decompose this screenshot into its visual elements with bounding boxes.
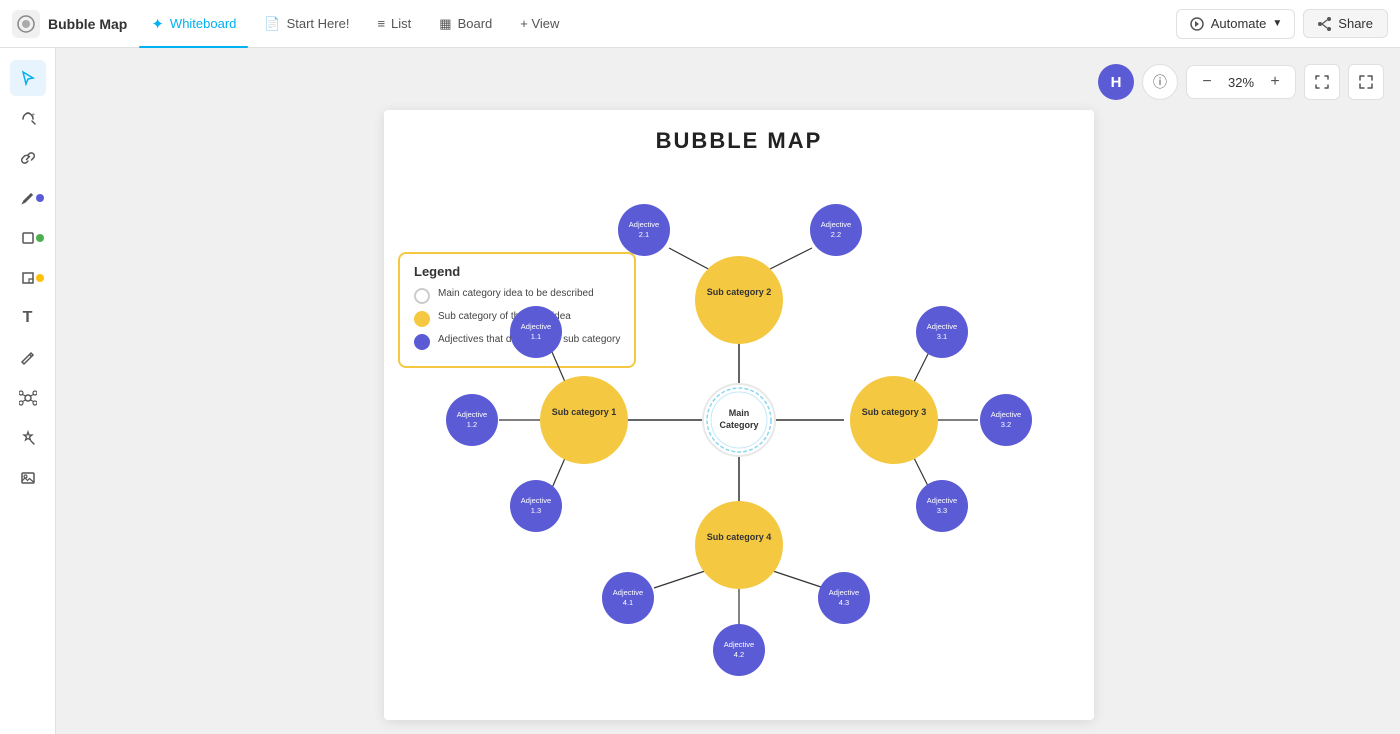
- svg-text:Sub category 2: Sub category 2: [707, 287, 772, 297]
- svg-text:Adjective: Adjective: [629, 220, 659, 229]
- svg-text:3.1: 3.1: [937, 332, 947, 341]
- svg-text:3.3: 3.3: [937, 506, 947, 515]
- board-icon: ▦: [439, 16, 451, 32]
- tool-shape[interactable]: [10, 220, 46, 256]
- tool-mindmap[interactable]: [10, 380, 46, 416]
- zoom-controls: − 32% +: [1186, 65, 1296, 99]
- tab-board[interactable]: ▦ Board: [427, 6, 504, 42]
- zoom-level: 32%: [1223, 75, 1259, 90]
- svg-text:Adjective: Adjective: [821, 220, 851, 229]
- tab-start-here[interactable]: 📄 Start Here!: [252, 6, 361, 42]
- tool-magic[interactable]: [10, 420, 46, 456]
- svg-text:Adjective: Adjective: [829, 588, 859, 597]
- text-icon: T: [23, 309, 33, 327]
- tool-media[interactable]: [10, 460, 46, 496]
- svg-text:Adjective: Adjective: [521, 322, 551, 331]
- svg-text:2.2: 2.2: [831, 230, 841, 239]
- whiteboard-canvas[interactable]: BUBBLE MAP Legend Main category idea to …: [384, 110, 1094, 720]
- info-button[interactable]: ⓘ: [1142, 64, 1178, 100]
- svg-text:Sub category 1: Sub category 1: [552, 407, 617, 417]
- automate-icon: [1189, 16, 1205, 32]
- svg-text:Adjective: Adjective: [521, 496, 551, 505]
- top-nav: Bubble Map ✦ Whiteboard 📄 Start Here! ≡ …: [0, 0, 1400, 48]
- automate-button[interactable]: Automate ▼: [1176, 9, 1296, 39]
- start-here-icon: 📄: [264, 16, 280, 32]
- info-icon: ⓘ: [1153, 72, 1167, 92]
- tab-list[interactable]: ≡ List: [365, 6, 423, 42]
- tool-text[interactable]: T: [10, 300, 46, 336]
- tab-list-label: List: [391, 16, 411, 31]
- left-toolbar: + T: [0, 48, 56, 734]
- tab-start-here-label: Start Here!: [287, 16, 350, 31]
- svg-text:Adjective: Adjective: [991, 410, 1021, 419]
- tool-link[interactable]: [10, 140, 46, 176]
- svg-text:4.3: 4.3: [839, 598, 849, 607]
- share-icon: [1318, 17, 1332, 31]
- tool-select[interactable]: [10, 60, 46, 96]
- tab-view-label: + View: [520, 16, 559, 31]
- canvas-controls: H ⓘ − 32% +: [1098, 64, 1384, 100]
- zoom-in-button[interactable]: +: [1263, 70, 1287, 94]
- fit-view-button[interactable]: [1304, 64, 1340, 100]
- tab-whiteboard[interactable]: ✦ Whiteboard: [139, 6, 248, 42]
- bubble-map-svg: Sub category 1 Sub category 2 Sub catego…: [384, 110, 1094, 720]
- svg-text:2.1: 2.1: [639, 230, 649, 239]
- svg-text:Adjective: Adjective: [457, 410, 487, 419]
- note-color-dot: [36, 274, 44, 282]
- svg-text:+: +: [31, 112, 35, 119]
- svg-text:1.3: 1.3: [531, 506, 541, 515]
- svg-text:4.1: 4.1: [623, 598, 633, 607]
- fullscreen-button[interactable]: [1348, 64, 1384, 100]
- tab-board-label: Board: [458, 16, 493, 31]
- svg-text:3.2: 3.2: [1001, 420, 1011, 429]
- chevron-down-icon: ▼: [1272, 18, 1282, 29]
- svg-text:Main: Main: [729, 408, 750, 418]
- tool-draw-plus[interactable]: +: [10, 100, 46, 136]
- tool-markup[interactable]: [10, 340, 46, 376]
- canvas-area[interactable]: H ⓘ − 32% + BUBBLE MAP Legend: [56, 48, 1400, 734]
- svg-text:Sub category 4: Sub category 4: [707, 532, 772, 542]
- nav-right: Automate ▼ Share: [1176, 9, 1388, 39]
- user-avatar[interactable]: H: [1098, 64, 1134, 100]
- svg-text:4.2: 4.2: [734, 650, 744, 659]
- svg-text:Adjective: Adjective: [927, 496, 957, 505]
- svg-text:Adjective: Adjective: [927, 322, 957, 331]
- whiteboard-icon: ✦: [151, 15, 164, 33]
- svg-text:1.2: 1.2: [467, 420, 477, 429]
- pen-color-dot: [36, 194, 44, 202]
- main-layout: + T: [0, 48, 1400, 734]
- tab-view[interactable]: + View: [508, 6, 571, 42]
- logo-icon: [12, 10, 40, 38]
- svg-text:Adjective: Adjective: [724, 640, 754, 649]
- app-name: Bubble Map: [48, 16, 127, 32]
- app-logo: Bubble Map: [12, 10, 127, 38]
- svg-text:Category: Category: [719, 420, 758, 430]
- tool-pen[interactable]: [10, 180, 46, 216]
- zoom-out-button[interactable]: −: [1195, 70, 1219, 94]
- svg-text:Sub category 3: Sub category 3: [862, 407, 927, 417]
- list-icon: ≡: [377, 16, 385, 31]
- fullscreen-icon: [1358, 74, 1374, 90]
- share-button[interactable]: Share: [1303, 9, 1388, 38]
- tool-note[interactable]: [10, 260, 46, 296]
- tab-whiteboard-label: Whiteboard: [170, 16, 236, 31]
- svg-text:1.1: 1.1: [531, 332, 541, 341]
- shape-color-dot: [36, 234, 44, 242]
- svg-text:Adjective: Adjective: [613, 588, 643, 597]
- fit-icon: [1314, 74, 1330, 90]
